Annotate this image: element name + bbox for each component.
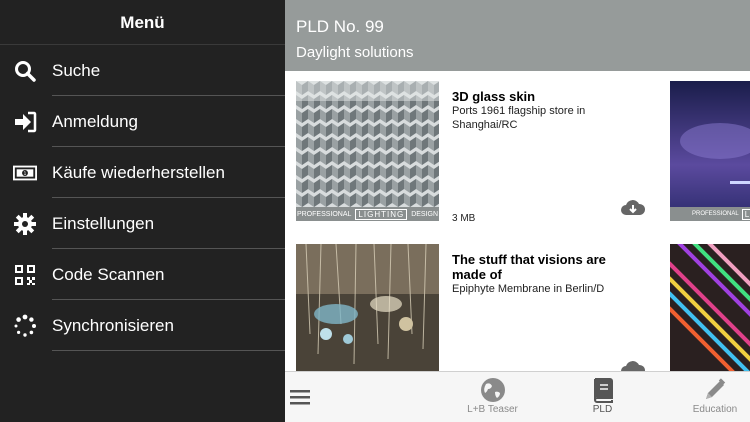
menu-divider — [52, 350, 285, 351]
article-cover-image[interactable]: PROFESSIONAL LIGHTI — [670, 81, 750, 221]
menu-item-synchronize[interactable]: Synchronisieren — [0, 300, 285, 351]
article-cover-image[interactable] — [296, 244, 439, 384]
cover-band-big: LIGHTI — [741, 208, 750, 220]
cover-band-right: DESIGN — [411, 210, 439, 218]
cover-band: PROFESSIONAL LIGHTING DESIGN — [296, 207, 439, 221]
hamburger-icon — [285, 372, 315, 422]
article-cover-image[interactable]: PROFESSIONAL LIGHTING DESIGN — [296, 81, 439, 221]
article-card[interactable]: The stuff that visions are made of Epiph… — [296, 244, 661, 384]
article-cover-image[interactable] — [670, 244, 750, 384]
cover-band-big: LIGHTING — [355, 208, 408, 220]
download-cloud-icon[interactable] — [620, 197, 646, 219]
gear-icon — [13, 212, 37, 236]
article-description: Epiphyte Membrane in Berlin/D — [452, 283, 605, 295]
menu-item-scan-code[interactable]: Code Scannen — [0, 249, 285, 300]
tab-label: Education — [692, 404, 738, 415]
issue-header: PLD No. 99 Daylight solutions — [285, 0, 750, 71]
article-card[interactable]: PROFESSIONAL LIGHTING DESIGN 3D glass sk… — [296, 81, 661, 224]
menu-item-label: Synchronisieren — [52, 315, 174, 335]
sign-in-icon — [13, 110, 37, 134]
menu-title: Menü — [0, 0, 285, 45]
tab-education[interactable]: Education — [680, 372, 750, 422]
money-icon: 1 — [13, 161, 37, 185]
article-title: The stuff that visions are made of — [452, 252, 606, 282]
main-panel: PLD No. 99 Daylight solutions PROFESSION… — [285, 0, 750, 422]
tab-bar: L+B Teaser PLD Education — [285, 371, 750, 422]
qr-code-icon — [13, 263, 37, 287]
menu-item-search[interactable]: Suche — [0, 45, 285, 96]
menu-item-label: Code Scannen — [52, 264, 165, 284]
tab-lb-teaser[interactable]: L+B Teaser — [455, 372, 530, 422]
globe-icon — [455, 372, 530, 402]
cover-band: PROFESSIONAL LIGHTI — [670, 207, 750, 221]
spinner-icon — [13, 314, 37, 338]
menu-toggle-button[interactable] — [285, 372, 315, 422]
menu-item-label: Käufe wiederherstellen — [52, 162, 225, 182]
book-icon — [565, 372, 640, 403]
article-title: 3D glass skin — [452, 89, 536, 104]
cover-band-left: PROFESSIONAL — [692, 211, 739, 217]
issue-title: PLD No. 99 — [296, 17, 384, 36]
menu-item-restore-purchases[interactable]: 1 Käufe wiederherstellen — [0, 147, 285, 198]
tab-label: L+B Teaser — [467, 404, 518, 415]
svg-text:1: 1 — [24, 170, 27, 176]
menu-item-label: Anmeldung — [52, 111, 139, 131]
tab-pld[interactable]: PLD — [565, 372, 640, 422]
cover-band-left: PROFESSIONAL — [296, 210, 352, 218]
menu-item-label: Suche — [52, 60, 101, 80]
menu-item-label: Einstellungen — [52, 213, 155, 233]
menu-item-settings[interactable]: Einstellungen — [0, 198, 285, 249]
issue-subtitle: Daylight solutions — [296, 44, 414, 61]
pencil-icon — [680, 372, 750, 402]
menu-item-login[interactable]: Anmeldung — [0, 96, 285, 147]
search-icon — [13, 59, 37, 83]
article-size: 3 MB — [452, 213, 476, 224]
article-description: Ports 1961 flagship store in Shanghai/RC — [452, 105, 586, 131]
tab-label: PLD — [592, 404, 613, 415]
side-menu: Menü Suche Anmeldung 1 Käufe wiederherst… — [0, 0, 285, 422]
